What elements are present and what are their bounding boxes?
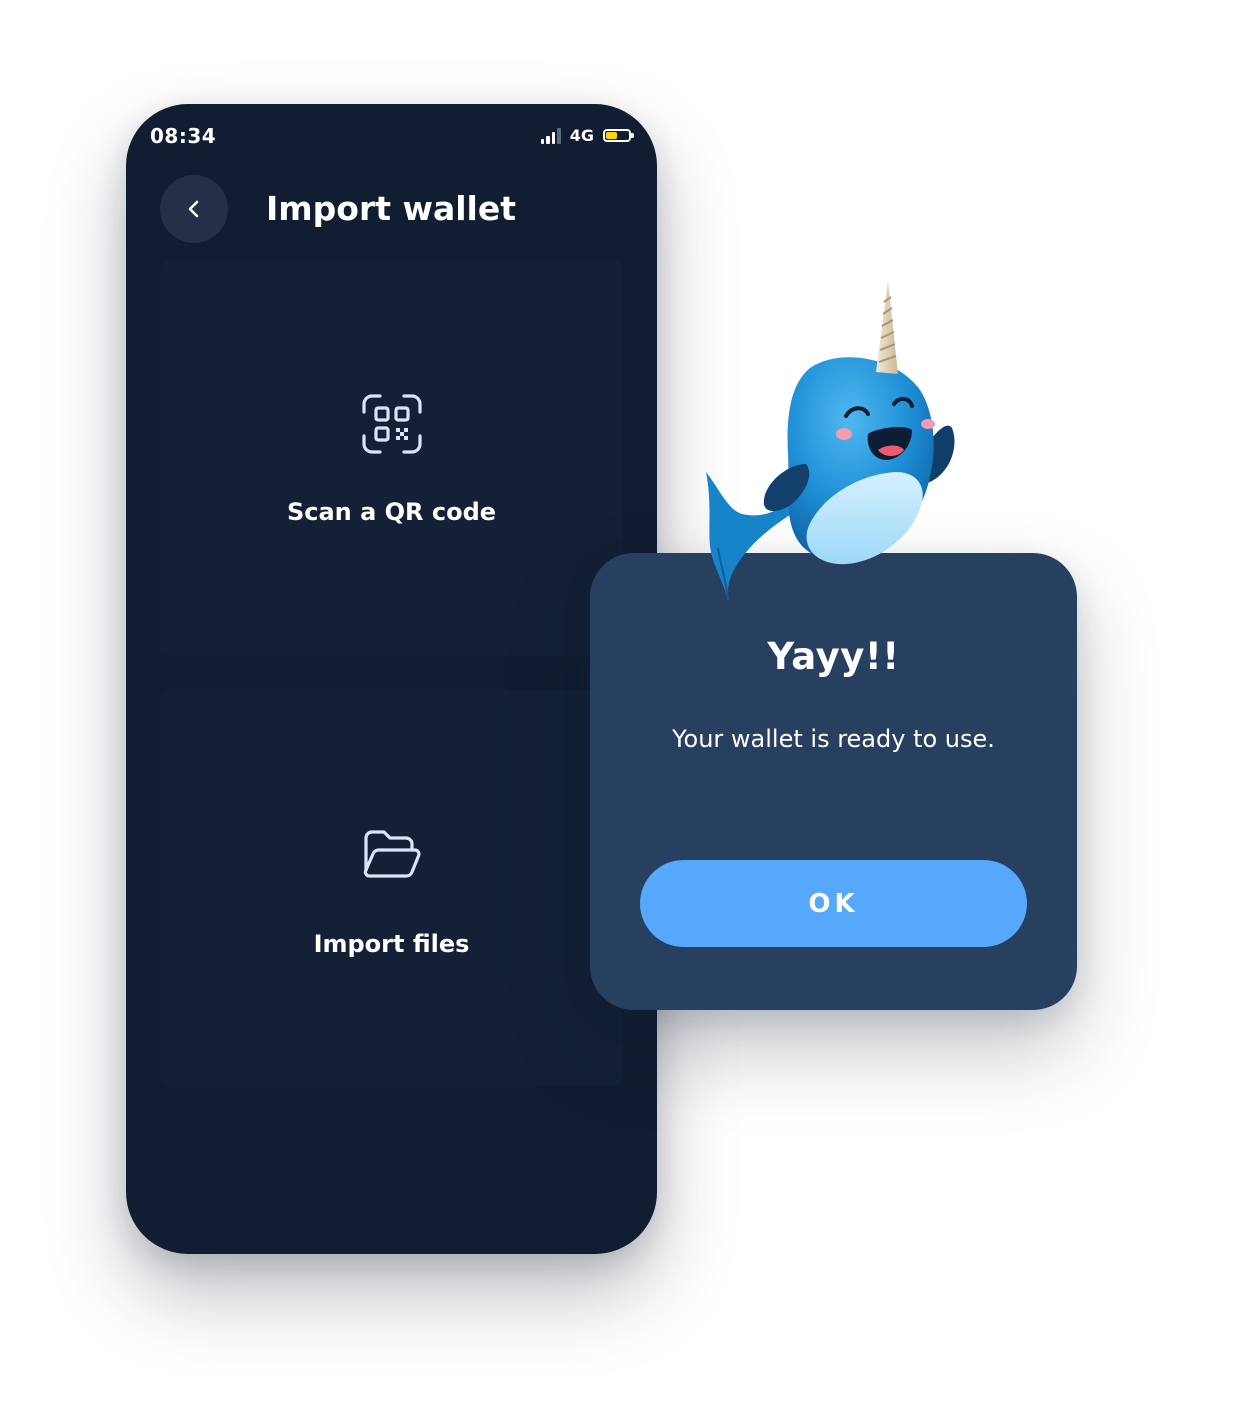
battery-icon [603,129,634,142]
phone-screen: 08:34 4G Import wallet Scan a QR code Im… [126,104,657,1254]
signal-bars-icon [540,127,561,144]
status-indicators: 4G [540,126,634,145]
ok-button[interactable]: OK [640,860,1027,947]
battery-level [606,132,617,139]
page-title: Import wallet [265,189,517,228]
import-files-option[interactable]: Import files [160,690,623,1086]
stage: 08:34 4G Import wallet Scan a QR code Im… [0,0,1244,1402]
network-type: 4G [569,126,594,145]
status-time: 08:34 [150,124,217,148]
dialog-title: Yayy!! [767,635,900,678]
chevron-left-icon [188,200,199,218]
scan-qr-label: Scan a QR code [286,498,497,526]
dialog-message: Your wallet is ready to use. [672,725,995,753]
qr-scan-icon [362,394,422,454]
folder-open-icon [363,830,421,878]
scan-qr-option[interactable]: Scan a QR code [160,260,623,656]
narwhal-mascot [706,282,955,601]
back-button[interactable] [160,175,228,243]
import-files-label: Import files [313,930,470,958]
success-dialog: Yayy!! Your wallet is ready to use. OK [590,553,1077,1010]
